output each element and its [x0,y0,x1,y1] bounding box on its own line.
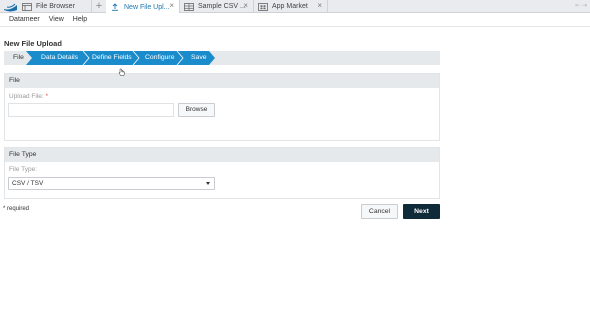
file-section: File Upload File: * Browse [4,73,440,141]
tab-label: New File Upl... [124,3,170,11]
cancel-button[interactable]: Cancel [361,204,398,219]
next-button[interactable]: Next [403,204,440,219]
tab-file-browser[interactable]: File Browser [18,0,92,13]
step-file[interactable]: File [13,51,24,65]
chevron-down-icon [206,182,210,185]
wizard-steps: File Data Details Define Fields Configur… [4,51,440,65]
upload-file-label: Upload File: * [9,93,49,100]
file-browser-icon [22,2,32,11]
required-marker: * [45,93,49,100]
file-type-section-title: File Type [5,148,439,162]
step-define-fields[interactable]: Define Fields [92,51,132,65]
file-section-title: File [5,74,439,88]
upload-icon [112,3,118,11]
grid-icon [258,2,268,11]
menu-view[interactable]: View [49,16,64,23]
page-title: New File Upload [4,39,62,48]
file-type-select[interactable]: CSV / TSV [8,177,215,190]
browse-button[interactable]: Browse [178,103,215,117]
step-configure[interactable]: Configure [145,51,174,65]
tab-app-market[interactable]: App Market × [254,0,328,13]
menu-help[interactable]: Help [73,16,87,23]
tab-sample-csv[interactable]: Sample CSV ... × [180,0,254,13]
close-tab-icon[interactable]: × [317,2,322,10]
tab-label: Sample CSV ... [198,3,246,10]
datameer-logo-icon[interactable] [3,1,18,12]
upload-file-input[interactable] [8,103,174,117]
required-note: * required [3,206,30,212]
mouse-cursor-icon [118,68,125,76]
tab-new-file-upload[interactable]: New File Upl... × [106,0,180,14]
file-type-section: File Type File Type: CSV / TSV [4,147,440,199]
new-tab-button[interactable]: + [92,0,106,13]
file-type-label: File Type: [9,166,38,173]
step-save[interactable]: Save [191,51,207,65]
close-tab-icon[interactable]: × [169,2,174,10]
tab-bar: File Browser + New File Upl... × Sample … [0,0,590,14]
tab-label: File Browser [36,3,75,10]
table-icon [184,2,194,11]
collapse-panel-icon[interactable]: ⇤ ⇥ [575,2,587,9]
close-tab-icon[interactable]: × [243,2,248,10]
step-data-details[interactable]: Data Details [41,51,78,65]
menu-datameer[interactable]: Datameer [9,16,40,23]
menu-bar: Datameer View Help [0,13,590,27]
tab-label: App Market [272,3,308,10]
file-type-selected: CSV / TSV [12,180,44,187]
